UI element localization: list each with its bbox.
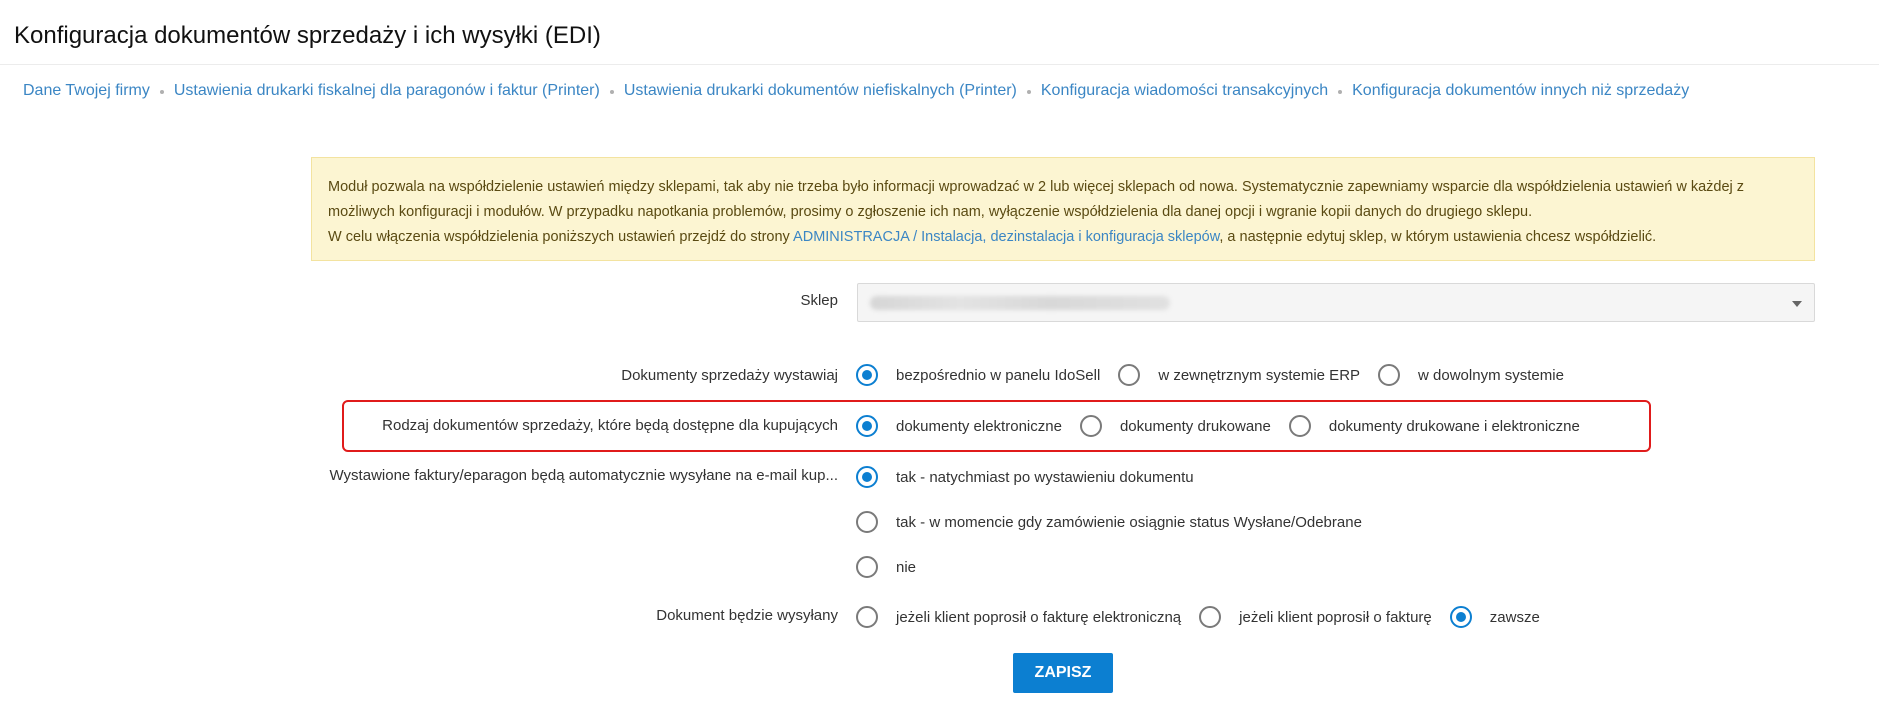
info-text-2-prefix: W celu włączenia współdzielenia poniższy… [328, 229, 794, 245]
link-nonfiscal-printer[interactable]: Ustawienia drukarki dokumentów niefiskal… [624, 82, 1017, 100]
link-fiscal-printer[interactable]: Ustawienia drukarki fiskalnej dla parago… [174, 82, 600, 100]
send-when-option-electronic-invoice[interactable]: jeżeli klient poprosił o fakturę elektro… [856, 606, 1181, 628]
radio-unchecked[interactable] [856, 606, 878, 628]
issue-options: bezpośrednio w panelu IdoSell w zewnętrz… [856, 364, 1582, 386]
related-links: Dane Twojej firmy Ustawienia drukarki fi… [23, 82, 1689, 100]
doc-type-option-both[interactable]: dokumenty drukowane i elektroniczne [1288, 415, 1580, 437]
auto-send-option-no[interactable]: nie [856, 556, 916, 578]
option-label: jeżeli klient poprosił o fakturę elektro… [896, 608, 1182, 626]
send-when-label: Dokument będzie wysyłany [656, 607, 838, 624]
radio-unchecked[interactable] [1199, 606, 1222, 628]
chevron-down-icon [1792, 301, 1802, 307]
radio-unchecked[interactable] [1378, 364, 1401, 386]
option-label: tak - natychmiast po wystawieniu dokumen… [896, 468, 1194, 486]
title-divider [0, 64, 1879, 65]
auto-send-option-immediately[interactable]: tak - natychmiast po wystawieniu dokumen… [856, 466, 1194, 488]
radio-unchecked[interactable] [1288, 415, 1311, 437]
option-label: zawsze [1489, 608, 1540, 626]
option-label: dokumenty elektroniczne [896, 417, 1062, 435]
option-label: nie [896, 558, 917, 576]
shop-value-redacted [870, 296, 1170, 310]
radio-checked[interactable] [856, 466, 878, 488]
radio-unchecked[interactable] [1118, 364, 1141, 386]
info-text-2-suffix: , a następnie edytuj sklep, w którym ust… [1219, 229, 1657, 245]
radio-unchecked[interactable] [856, 556, 878, 578]
radio-checked[interactable] [856, 415, 878, 437]
save-button[interactable]: ZAPISZ [1013, 653, 1113, 693]
info-text-1: Moduł pozwala na współdzielenie ustawień… [328, 179, 1745, 220]
send-when-option-always[interactable]: zawsze [1449, 606, 1540, 628]
issue-option-any[interactable]: w dowolnym systemie [1378, 364, 1564, 386]
issue-option-erp[interactable]: w zewnętrznym systemie ERP [1118, 364, 1360, 386]
sharing-info-box: Moduł pozwala na współdzielenie ustawień… [311, 157, 1815, 261]
radio-unchecked[interactable] [1079, 415, 1102, 437]
doc-type-option-electronic[interactable]: dokumenty elektroniczne [856, 415, 1062, 437]
doc-type-options: dokumenty elektroniczne dokumenty drukow… [856, 415, 1598, 437]
page-title: Konfiguracja dokumentów sprzedaży i ich … [14, 22, 601, 49]
link-separator [159, 90, 164, 94]
radio-checked[interactable] [1449, 606, 1472, 628]
doc-type-label: Rodzaj dokumentów sprzedaży, które będą … [382, 417, 838, 434]
auto-send-label: Wystawione faktury/eparagon będą automat… [329, 467, 838, 484]
link-separator [1026, 90, 1031, 94]
option-label: jeżeli klient poprosił o fakturę [1239, 608, 1432, 626]
send-when-options: jeżeli klient poprosił o fakturę elektro… [856, 606, 1558, 628]
link-separator [1338, 90, 1343, 94]
option-label: dokumenty drukowane i elektroniczne [1328, 417, 1580, 435]
info-text-2: W celu włączenia współdzielenia poniższy… [328, 225, 1798, 250]
admin-shops-link[interactable]: ADMINISTRACJA / Instalacja, dezinstalacj… [793, 229, 1219, 245]
radio-unchecked[interactable] [856, 511, 878, 533]
auto-send-option-on-status[interactable]: tak - w momencie gdy zamówienie osiągnie… [856, 511, 1362, 533]
doc-type-option-printed[interactable]: dokumenty drukowane [1079, 415, 1271, 437]
link-company-data[interactable]: Dane Twojej firmy [23, 82, 150, 100]
option-label: bezpośrednio w panelu IdoSell [896, 366, 1101, 384]
link-other-documents[interactable]: Konfiguracja dokumentów innych niż sprze… [1352, 82, 1689, 100]
option-label: w zewnętrznym systemie ERP [1158, 366, 1361, 384]
link-transactional-messages[interactable]: Konfiguracja wiadomości transakcyjnych [1041, 82, 1328, 100]
issue-option-idosell[interactable]: bezpośrednio w panelu IdoSell [856, 364, 1100, 386]
option-label: w dowolnym systemie [1418, 366, 1564, 384]
send-when-option-invoice[interactable]: jeżeli klient poprosił o fakturę [1199, 606, 1432, 628]
option-label: tak - w momencie gdy zamówienie osiągnie… [896, 513, 1362, 531]
shop-label: Sklep [800, 292, 838, 309]
issue-label: Dokumenty sprzedaży wystawiaj [621, 367, 838, 384]
option-label: dokumenty drukowane [1119, 417, 1271, 435]
shop-select[interactable] [857, 283, 1815, 322]
radio-checked[interactable] [856, 364, 878, 386]
link-separator [609, 90, 614, 94]
